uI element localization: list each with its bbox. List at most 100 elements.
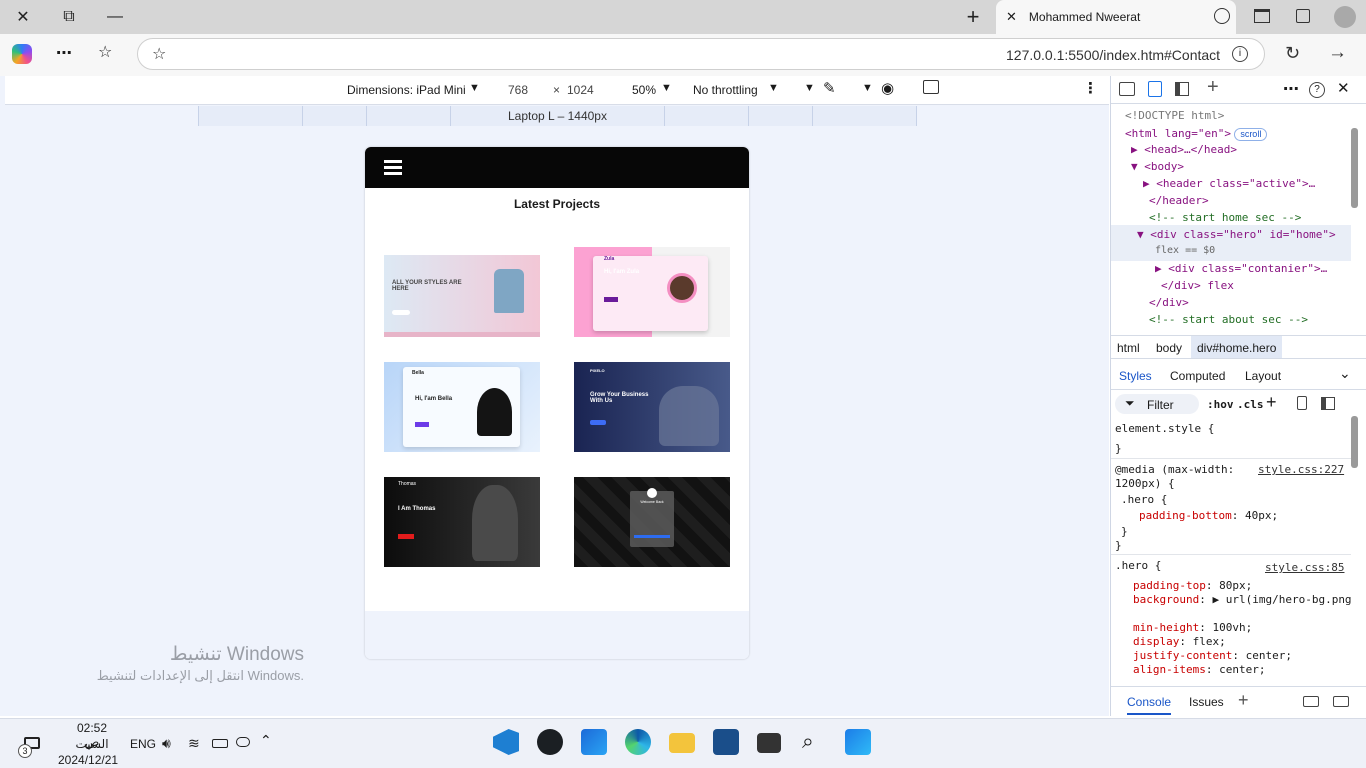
close-tab-icon[interactable]: ✕ (1006, 9, 1017, 25)
property-name[interactable]: display (1133, 635, 1179, 648)
more-icon[interactable]: ⋯ (56, 43, 72, 63)
clock-day[interactable]: السبت (72, 737, 112, 751)
scroll-badge[interactable]: scroll (1234, 128, 1268, 141)
tab-computed[interactable]: Computed (1170, 369, 1225, 383)
property-value[interactable]: 40px; (1245, 509, 1278, 522)
chevron-down-icon[interactable]: ⌄ (1339, 365, 1351, 382)
rule-selector[interactable]: .hero { (1121, 493, 1167, 506)
more-icon[interactable]: ⋮ (1083, 79, 1098, 97)
tab-layout[interactable]: Layout (1245, 369, 1281, 383)
more-icon[interactable]: ⋯ (1283, 79, 1299, 99)
plus-icon[interactable]: + (1238, 690, 1249, 711)
plus-icon[interactable]: + (1207, 76, 1219, 99)
project-thumbnail[interactable]: Zula Hi, I'am Zula (574, 247, 730, 337)
eyedropper-icon[interactable]: ✎ (823, 79, 836, 97)
undock-icon[interactable] (1303, 696, 1319, 707)
tab-actions-icon[interactable] (1254, 9, 1270, 23)
dom-line[interactable]: <html lang="en"> (1125, 127, 1231, 140)
sidebar-icon[interactable] (1321, 397, 1335, 410)
dock-icon[interactable] (1175, 82, 1189, 96)
start-icon[interactable] (845, 729, 871, 755)
drawer-icon[interactable] (1333, 696, 1349, 707)
dom-line[interactable]: ▶ <header class="active">… (1143, 177, 1315, 190)
property-name[interactable]: justify-content (1133, 649, 1232, 662)
forward-icon[interactable]: → (1328, 42, 1347, 64)
source-link[interactable]: style.css:85 (1265, 561, 1344, 574)
height-input[interactable]: 1024 (567, 83, 594, 97)
property-name[interactable]: align-items (1133, 663, 1206, 676)
app-icon[interactable] (713, 729, 739, 755)
favorites-icon[interactable]: ☆ (98, 42, 112, 62)
battery-icon[interactable] (212, 739, 228, 748)
property-value[interactable]: flex; (1193, 635, 1226, 648)
throttling-select[interactable]: No throttling (693, 83, 758, 97)
volume-icon[interactable]: 🔊︎ (162, 735, 171, 752)
paint-icon[interactable] (1297, 396, 1307, 410)
property-name[interactable]: min-height (1133, 621, 1199, 634)
restore-icon[interactable]: ⧉ (46, 0, 92, 34)
breadcrumb-item[interactable]: html (1117, 341, 1140, 355)
chevron-down-icon[interactable]: ▼ (862, 82, 873, 94)
scrollbar[interactable] (1351, 416, 1358, 468)
star-icon[interactable]: ☆ (152, 44, 166, 64)
project-thumbnail[interactable]: Thomas I Am Thomas (384, 477, 540, 567)
minimize-icon[interactable]: — (92, 0, 138, 34)
project-thumbnail[interactable]: Bella Hi, I'am Bella (384, 362, 540, 452)
store-icon[interactable] (581, 729, 607, 755)
property-name[interactable]: padding-top (1133, 579, 1206, 592)
dom-line[interactable]: ▶ <div class="contanier">… (1155, 262, 1327, 275)
breadcrumb-item[interactable]: div#home.hero (1191, 336, 1283, 358)
edge-icon[interactable] (625, 729, 651, 755)
language-indicator[interactable]: ENG (130, 737, 156, 751)
globe-icon[interactable] (1214, 8, 1230, 24)
dom-line[interactable]: <!DOCTYPE html> (1125, 109, 1224, 122)
terminal-icon[interactable] (757, 733, 781, 753)
address-bar[interactable]: ☆ 127.0.0.1:5500/index.htm#Contact i (137, 38, 1265, 70)
tab-styles[interactable]: Styles (1119, 369, 1152, 383)
dom-line[interactable]: ▼ <body> (1131, 160, 1184, 173)
url-text[interactable]: 127.0.0.1:5500/index.htm#Contact (1006, 47, 1220, 63)
eye-icon[interactable]: ◉ (881, 79, 894, 97)
cls-toggle[interactable]: .cls (1237, 398, 1264, 411)
dom-line[interactable]: ▶ <head>…</head> (1131, 143, 1237, 156)
media-query[interactable]: @media (max-width: 1200px) { (1115, 463, 1245, 491)
clock-date[interactable]: 2024/12/21 (58, 753, 118, 767)
property-name[interactable]: background (1133, 593, 1199, 606)
hov-toggle[interactable]: :hov (1207, 398, 1234, 411)
property-value[interactable]: 80px; (1219, 579, 1252, 592)
device-toggle-icon[interactable] (1148, 81, 1162, 97)
browser-tab[interactable]: ✕ Mohammed Nweerat (996, 0, 1236, 34)
zoom-select[interactable]: 50% (632, 83, 656, 97)
info-icon[interactable]: i (1232, 46, 1248, 62)
property-value[interactable]: ▶ url(img/hero-bg.png); (1212, 593, 1351, 606)
property-value[interactable]: 100vh; (1212, 621, 1252, 634)
project-thumbnail[interactable]: Welcome Back (574, 477, 730, 567)
wifi-icon[interactable]: ≋ (188, 735, 200, 752)
property-name[interactable]: padding-bottom (1139, 509, 1232, 522)
property-value[interactable]: center; (1219, 663, 1265, 676)
dom-line[interactable]: </header> (1149, 194, 1209, 207)
rule-selector[interactable]: element.style { (1115, 422, 1214, 435)
breadcrumb-item[interactable]: body (1156, 341, 1182, 355)
copilot-icon[interactable] (12, 44, 32, 64)
help-icon[interactable]: ? (1309, 82, 1325, 98)
dom-line[interactable]: ▼ <div class="hero" id="home"> (1137, 228, 1336, 241)
tab-issues[interactable]: Issues (1189, 695, 1224, 709)
project-thumbnail[interactable]: ALL YOUR STYLES ARE HERE (384, 247, 540, 337)
width-input[interactable]: 768 (508, 83, 528, 97)
rule-selector[interactable]: .hero { (1115, 559, 1161, 572)
github-icon[interactable] (537, 729, 563, 755)
close-window-icon[interactable]: ✕ (0, 0, 46, 34)
profile-icon[interactable] (1334, 6, 1356, 28)
new-tab-icon[interactable]: + (950, 0, 996, 34)
search-icon[interactable]: ⌕ (802, 730, 814, 754)
cloud-icon[interactable] (236, 737, 250, 747)
scrollbar[interactable] (1351, 128, 1358, 208)
dimensions-select[interactable]: Dimensions: iPad Mini (347, 83, 466, 97)
hamburger-menu-icon[interactable] (384, 160, 402, 163)
tab-console[interactable]: Console (1127, 695, 1172, 715)
chevron-down-icon[interactable]: ▼ (804, 82, 815, 94)
dom-line[interactable]: </div> flex (1161, 279, 1234, 292)
collections-icon[interactable] (1296, 9, 1310, 23)
dom-line[interactable]: <!-- start about sec --> (1149, 313, 1308, 326)
